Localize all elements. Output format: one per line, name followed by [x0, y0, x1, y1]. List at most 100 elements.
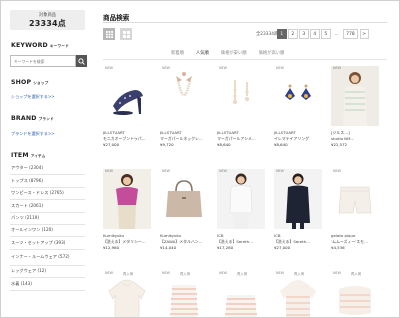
- product-image[interactable]: [331, 169, 379, 229]
- category-item-legwear[interactable]: レッグウェア (12): [10, 266, 85, 279]
- page-5[interactable]: 5: [321, 29, 331, 39]
- product-image[interactable]: [274, 277, 322, 317]
- shop-select-link[interactable]: ショップを選択する>>: [11, 94, 55, 100]
- page-2[interactable]: 2: [288, 29, 298, 39]
- shorts-image: [338, 186, 372, 214]
- sort-options: 新着順 人気順 価格が安い順 価格が高い順: [171, 50, 296, 56]
- product-image[interactable]: [160, 169, 208, 229]
- keyword-heading: KEYWORD キーワード: [11, 42, 69, 49]
- product-brand: JILLSTUART: [217, 130, 239, 135]
- category-item-onepiece[interactable]: ワンピース・ドレス (2765): [10, 188, 85, 201]
- earrings-image: [285, 84, 311, 100]
- product-image[interactable]: [103, 277, 151, 317]
- search-button[interactable]: [76, 55, 87, 67]
- new-badge: NEW: [105, 169, 114, 173]
- shop-title: SHOP: [11, 79, 32, 86]
- result-count-box: 対象商品 23334点: [10, 10, 85, 30]
- product-price: ¥22,572: [331, 142, 348, 147]
- page-last[interactable]: 778: [343, 29, 358, 39]
- item-title: ITEM: [11, 152, 29, 159]
- product-price: ¥12,960: [103, 245, 120, 250]
- brand-title: BRAND: [11, 115, 37, 122]
- product-image[interactable]: [160, 277, 208, 317]
- new-badge: NEW: [219, 66, 228, 70]
- keyword-search: [10, 55, 87, 67]
- restock-badge: 再入荷: [351, 272, 362, 276]
- striped-top-image: [170, 285, 198, 317]
- sort-popular[interactable]: 人気順: [196, 50, 209, 56]
- keyword-title: KEYWORD: [11, 42, 48, 49]
- product-brand: JILLSTUART: [103, 130, 125, 135]
- new-badge: NEW: [219, 271, 228, 275]
- product-price: ¥14,040: [160, 245, 177, 250]
- model-image: [286, 173, 310, 229]
- shop-heading: SHOP ショップ: [11, 79, 48, 86]
- earrings-image: [232, 80, 250, 105]
- product-image[interactable]: [160, 66, 208, 126]
- restock-badge: 再入荷: [123, 272, 134, 276]
- model-image: [116, 174, 138, 229]
- sort-price-low[interactable]: 価格が安い順: [221, 50, 247, 56]
- page-1[interactable]: 1: [277, 29, 287, 39]
- product-image[interactable]: [331, 66, 379, 126]
- large-grid-icon: [122, 30, 130, 38]
- knit-pouch-image: [339, 286, 371, 315]
- product-brand: Kumikyoku: [160, 233, 182, 238]
- new-badge: NEW: [162, 271, 171, 275]
- product-price: ¥8,640: [217, 142, 231, 147]
- page-3[interactable]: 3: [299, 29, 309, 39]
- product-image[interactable]: [331, 277, 379, 317]
- product-price: ¥9,720: [160, 142, 174, 147]
- product-brand: JILLSTUART: [160, 130, 182, 135]
- product-image[interactable]: [217, 169, 265, 229]
- item-subtitle: アイテム: [30, 154, 46, 158]
- page-title: 商品検索: [103, 14, 130, 22]
- brand-select-link[interactable]: ブランドを選択する>>: [11, 131, 55, 137]
- restock-badge: 再入荷: [237, 272, 248, 276]
- category-item-swimwear[interactable]: 水着 (143): [10, 278, 85, 291]
- product-image[interactable]: [274, 169, 322, 229]
- new-badge: NEW: [276, 271, 285, 275]
- new-badge: NEW: [105, 66, 114, 70]
- product-image[interactable]: [103, 66, 151, 126]
- new-badge: NEW: [162, 66, 171, 70]
- category-item-allinone[interactable]: オールインワン (120): [10, 225, 85, 238]
- brand-subtitle: ブランド: [38, 117, 54, 121]
- category-item-outer[interactable]: アウター (2304): [10, 163, 85, 176]
- product-image[interactable]: [103, 169, 151, 229]
- new-badge: NEW: [333, 169, 342, 173]
- page-4[interactable]: 4: [310, 29, 320, 39]
- sort-price-high[interactable]: 価格が高い順: [259, 50, 285, 56]
- new-badge: NEW: [162, 169, 171, 173]
- product-name[interactable]: studio NM…: [331, 136, 381, 141]
- bag-image: [166, 180, 202, 217]
- new-badge: NEW: [276, 66, 285, 70]
- result-count-value: 23334点: [28, 19, 67, 28]
- product-price: ¥4,536: [331, 245, 345, 250]
- product-image[interactable]: [274, 66, 322, 126]
- search-icon: [78, 57, 85, 65]
- category-item-pants[interactable]: パンツ (2119): [10, 213, 85, 225]
- result-count-label: 対象商品: [38, 13, 57, 18]
- page-next[interactable]: >: [359, 29, 369, 39]
- product-brand: ICB: [274, 233, 281, 238]
- product-image[interactable]: [217, 66, 265, 126]
- product-price: ¥8,640: [274, 142, 288, 147]
- product-brand: JILLSTUART: [274, 130, 296, 135]
- category-item-inner[interactable]: インナー・ルームウェア (572): [10, 250, 85, 266]
- page-ellipsis: ...: [332, 29, 342, 39]
- necklace-image: [176, 72, 192, 97]
- category-item-suits[interactable]: スーツ・セットアップ (393): [10, 237, 85, 250]
- grid-view-button[interactable]: [103, 28, 115, 40]
- pagination: 1 2 3 4 5 ... 778 >: [277, 29, 371, 39]
- large-view-button[interactable]: [120, 28, 132, 40]
- model-image: [343, 72, 367, 126]
- sort-newest[interactable]: 新着順: [171, 50, 184, 56]
- product-image[interactable]: [217, 277, 265, 317]
- category-item-tops[interactable]: トップス (8796): [10, 175, 85, 188]
- item-heading: ITEM アイテム: [11, 152, 46, 159]
- category-item-skirt[interactable]: スカート (2061): [10, 200, 85, 213]
- keyword-input[interactable]: [10, 55, 76, 67]
- restock-badge: 再入荷: [294, 272, 305, 276]
- shop-subtitle: ショップ: [33, 81, 49, 85]
